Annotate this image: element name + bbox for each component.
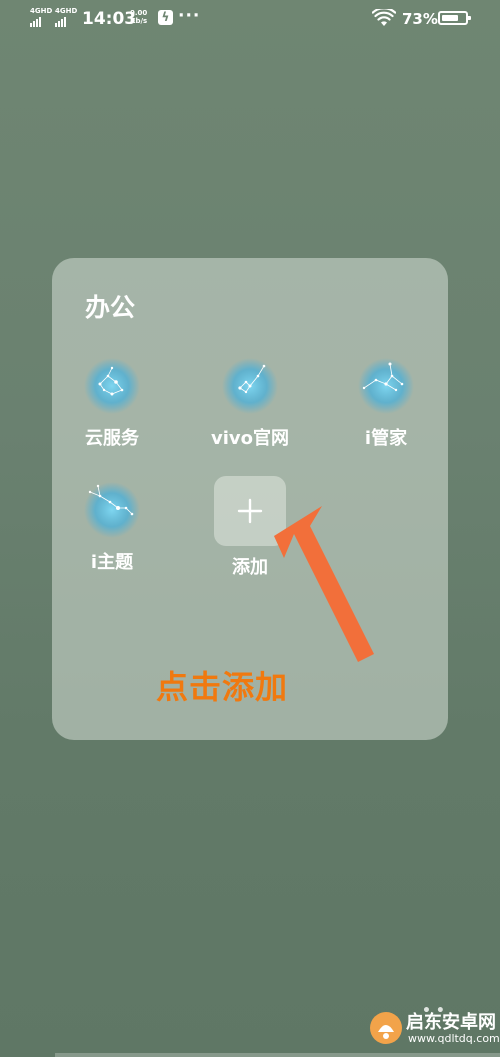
app-folder: 办公 云服务 vivo官网 i管家 i主题 添加 点击添加 xyxy=(52,258,448,740)
app-label: vivo官网 xyxy=(210,428,289,449)
plus-icon xyxy=(237,498,263,524)
app-label: i主题 xyxy=(90,552,134,573)
watermark-url: www.qdltdq.com xyxy=(408,1032,500,1045)
constellation-icon xyxy=(84,482,140,538)
signal-icon: 4GHD xyxy=(30,8,52,27)
callout-text: 点击添加 xyxy=(156,668,289,706)
status-bar: 4GHD 4GHD 14:03 0.00 Kb/s ϟ ··· 73% xyxy=(0,0,500,38)
constellation-icon xyxy=(222,358,278,414)
app-i-manager[interactable]: i管家 xyxy=(326,356,446,471)
folder-title[interactable]: 办公 xyxy=(85,288,135,324)
battery-percent: 73% xyxy=(402,10,438,28)
watermark-text: 启东安卓网 xyxy=(406,1012,496,1033)
network-speed: 0.00 Kb/s xyxy=(130,9,147,25)
network-speed-value: 0.00 xyxy=(130,9,148,17)
app-label: 云服务 xyxy=(85,428,139,449)
clock: 14:03 xyxy=(82,9,137,29)
app-cloud-service[interactable]: 云服务 xyxy=(52,356,172,471)
bottom-strip xyxy=(55,1053,500,1057)
app-label: i管家 xyxy=(364,428,408,449)
wifi-icon xyxy=(372,9,396,26)
constellation-icon xyxy=(84,358,140,414)
app-i-theme[interactable]: i主题 xyxy=(52,480,172,595)
add-app-label: 添加 xyxy=(232,557,268,578)
signal-icon: 4GHD xyxy=(55,8,77,27)
app-vivo-website[interactable]: vivo官网 xyxy=(190,356,310,471)
add-app-button[interactable] xyxy=(214,476,286,546)
watermark-logo: 启东安卓网 www.qdltdq.com xyxy=(368,1000,500,1057)
network-type-label: 4GHD xyxy=(55,7,78,15)
battery-icon xyxy=(438,11,471,25)
lightning-icon: ϟ xyxy=(158,10,173,25)
constellation-icon xyxy=(358,358,414,414)
network-speed-unit: Kb/s xyxy=(130,17,148,25)
battery-level-fill xyxy=(442,15,458,21)
network-type-label: 4GHD xyxy=(30,7,53,15)
more-notifications-icon: ··· xyxy=(178,6,201,26)
watermark-logo-icon xyxy=(370,1012,402,1044)
